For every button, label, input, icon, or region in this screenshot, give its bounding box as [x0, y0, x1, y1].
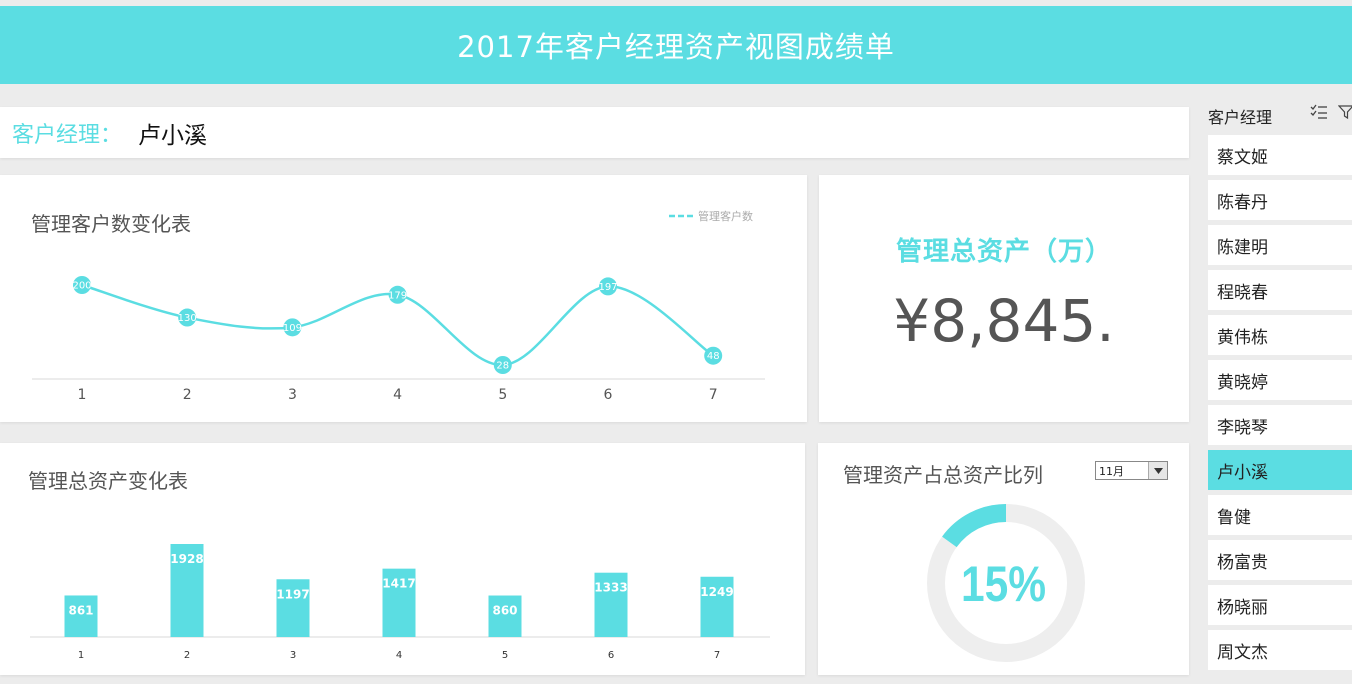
- asset-bar-data-label: 1197: [276, 587, 309, 601]
- customer-count-x-tick: 4: [393, 387, 402, 403]
- customer-count-x-tick: 2: [183, 387, 192, 403]
- slicer-item[interactable]: 卢小溪: [1208, 450, 1352, 490]
- slicer-item[interactable]: 杨富贵: [1208, 540, 1352, 580]
- customer-count-data-label: 197: [598, 282, 617, 293]
- asset-change-chart-card: 管理总资产变化表 861 1 1928 2 1197 3 1417 4 860 5 1333 6 124…: [0, 443, 805, 675]
- multi-select-icon[interactable]: [1310, 104, 1328, 124]
- customer-count-chart: 200 1 130 2 109 3 179 4 28 5 197 6 48 7 管理客户数: [32, 209, 765, 403]
- customer-count-data-label: 48: [707, 351, 720, 362]
- total-asset-value: ¥8,845.: [893, 287, 1115, 355]
- asset-bar-x-tick: 2: [184, 650, 190, 661]
- asset-bar-data-label: 1417: [382, 577, 415, 591]
- dashboard-title: 2017年客户经理资产视图成绩单: [457, 30, 895, 64]
- slicer-item[interactable]: 陈春丹: [1208, 180, 1352, 220]
- clear-filter-icon[interactable]: [1337, 104, 1352, 124]
- slicer-item[interactable]: 周文杰: [1208, 630, 1352, 670]
- customer-count-x-tick: 1: [78, 387, 87, 403]
- slicer-item[interactable]: 黄晓婷: [1208, 360, 1352, 400]
- ratio-ring-fill: [942, 504, 1007, 548]
- asset-bar-data-label: 860: [492, 604, 517, 618]
- legend-label: 管理客户数: [698, 209, 753, 223]
- total-asset-card: 管理总资产（万） ¥8,845.: [819, 175, 1189, 422]
- manager-bar: 客户经理： 卢小溪: [0, 107, 1189, 158]
- asset-bar-x-tick: 6: [608, 650, 614, 661]
- asset-bar-x-tick: 4: [396, 650, 402, 661]
- manager-slicer: 客户经理 蔡文姬陈春丹陈建明程晓春黄伟栋黄晓婷李晓琴卢小溪鲁健杨富贵杨晓丽周文杰: [1200, 98, 1352, 684]
- customer-count-x-tick: 6: [604, 387, 613, 403]
- asset-bar-x-tick: 3: [290, 650, 296, 661]
- slicer-item[interactable]: 陈建明: [1208, 225, 1352, 265]
- customer-count-chart-card: 管理客户数变化表 200 1 130 2 109 3 179 4 28 5 197 6 48 7 管理客户数: [0, 175, 807, 422]
- asset-bar-data-label: 1333: [594, 581, 627, 595]
- customer-count-x-tick: 7: [709, 387, 718, 403]
- asset-bar-x-tick: 7: [714, 650, 720, 661]
- slicer-item[interactable]: 蔡文姬: [1208, 135, 1352, 175]
- asset-bar-x-tick: 1: [78, 650, 84, 661]
- manager-name: 卢小溪: [138, 122, 208, 149]
- asset-bar-data-label: 1928: [170, 552, 203, 566]
- asset-ratio-percent: 15%: [960, 556, 1047, 612]
- asset-bar-x-tick: 5: [502, 650, 508, 661]
- customer-count-data-label: 109: [283, 323, 302, 334]
- customer-count-data-label: 179: [388, 290, 407, 301]
- customer-count-data-label: 200: [72, 281, 91, 292]
- slicer-item[interactable]: 李晓琴: [1208, 405, 1352, 445]
- asset-change-chart: 861 1 1928 2 1197 3 1417 4 860 5 1333 6 1249 7: [30, 544, 770, 661]
- customer-count-x-tick: 5: [498, 387, 507, 403]
- slicer-item[interactable]: 黄伟栋: [1208, 315, 1352, 355]
- slicer-item[interactable]: 程晓春: [1208, 270, 1352, 310]
- total-asset-title: 管理总资产（万）: [895, 237, 1112, 267]
- manager-label: 客户经理：: [12, 122, 123, 148]
- slicer-item[interactable]: 杨晓丽: [1208, 585, 1352, 625]
- customer-count-x-tick: 3: [288, 387, 297, 403]
- customer-count-data-label: 130: [178, 313, 197, 324]
- slicer-item[interactable]: 鲁健: [1208, 495, 1352, 535]
- slicer-title: 客户经理: [1208, 108, 1273, 127]
- asset-bar-data-label: 1249: [700, 585, 733, 599]
- asset-ratio-card: 管理资产占总资产比列 11月 15%: [818, 443, 1189, 675]
- dashboard-header: 2017年客户经理资产视图成绩单: [0, 6, 1352, 84]
- asset-bar-data-label: 861: [68, 603, 93, 617]
- customer-count-data-label: 28: [496, 361, 509, 372]
